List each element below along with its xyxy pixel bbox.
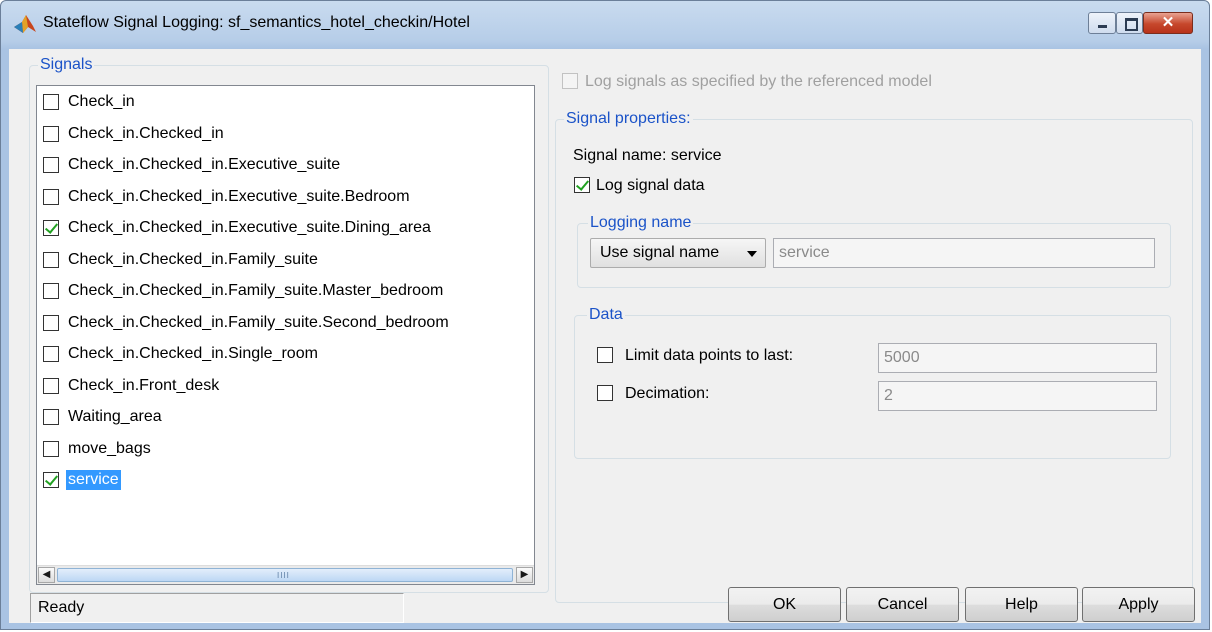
data-group: Data Limit data points to last: 5000 Dec…: [574, 306, 1171, 459]
reference-model-label: Log signals as specified by the referenc…: [585, 73, 932, 90]
signal-label: Check_in.Checked_in.Executive_suite.Bedr…: [68, 187, 410, 205]
apply-button[interactable]: Apply: [1082, 587, 1195, 622]
signals-list[interactable]: Check_in Check_in.Checked_in Check_in.Chec…: [36, 85, 535, 585]
signal-name-text: Signal name: service: [573, 147, 722, 164]
signal-checkbox[interactable]: [43, 283, 59, 299]
scrollbar-thumb[interactable]: IIII: [57, 568, 513, 582]
horizontal-scrollbar[interactable]: ◀ IIII ▶: [37, 565, 534, 584]
scroll-right-arrow-icon[interactable]: ▶: [516, 567, 533, 583]
signal-checkbox[interactable]: [43, 314, 59, 331]
scroll-grip-icon: IIII: [277, 571, 290, 580]
signal-label: Check_in.Checked_in: [68, 124, 224, 142]
signal-checkbox[interactable]: [43, 94, 59, 110]
signal-label: Check_in.Checked_in.Executive_suite.Dini…: [68, 219, 431, 236]
minimize-icon: [1098, 25, 1107, 28]
signal-label: Check_in.Checked_in.Executive_suite: [68, 156, 341, 173]
close-button[interactable]: ✕: [1143, 12, 1193, 34]
logging-name-legend: Logging name: [588, 214, 694, 232]
signal-checkbox[interactable]: [43, 157, 59, 173]
dialog-client-area: Signals Check_in Check_in.Checked_in Check…: [9, 49, 1201, 623]
signal-label: service: [66, 470, 121, 490]
dropdown-arrow-icon: [747, 251, 757, 257]
matlab-logo-icon: [14, 15, 36, 33]
maximize-button[interactable]: [1116, 12, 1143, 34]
signal-checkbox[interactable]: [43, 472, 59, 488]
signal-properties-legend: Signal properties:: [564, 110, 693, 128]
data-legend: Data: [587, 306, 625, 324]
help-button[interactable]: Help: [965, 587, 1078, 622]
maximize-icon: [1125, 18, 1138, 31]
signal-label: Waiting_area: [68, 408, 162, 425]
signals-group: Signals Check_in Check_in.Checked_in Check…: [29, 56, 549, 593]
signal-checkbox[interactable]: [43, 377, 59, 394]
close-icon: ✕: [1161, 14, 1175, 31]
minimize-button[interactable]: [1088, 12, 1116, 34]
status-bar: Ready: [30, 593, 404, 623]
limit-data-points-checkbox[interactable]: [597, 347, 613, 363]
signal-label: Check_in: [68, 93, 135, 110]
logging-name-mode-value: Use signal name: [600, 244, 720, 261]
signal-checkbox[interactable]: [43, 220, 59, 236]
signal-label: Check_in.Front_desk: [68, 376, 220, 394]
signal-checkbox[interactable]: [43, 346, 59, 362]
signal-checkbox[interactable]: [43, 409, 59, 425]
signal-checkbox[interactable]: [43, 188, 59, 205]
signal-label: Check_in.Checked_in.Single_room: [68, 345, 318, 362]
signal-label: Check_in.Checked_in.Family_suite.Second_…: [68, 313, 449, 331]
reference-model-checkbox: [562, 73, 578, 89]
signal-checkbox[interactable]: [43, 251, 59, 268]
signal-label: move_bags: [68, 439, 151, 457]
limit-data-points-input[interactable]: 5000: [878, 343, 1157, 373]
signals-legend: Signals: [38, 56, 95, 74]
limit-data-points-label: Limit data points to last:: [625, 347, 794, 364]
decimation-checkbox[interactable]: [597, 385, 613, 401]
cancel-button[interactable]: Cancel: [846, 587, 959, 622]
signal-label: Check_in.Checked_in.Family_suite.Master_…: [68, 282, 444, 299]
logging-name-group: Logging name Use signal name service: [577, 214, 1171, 288]
signal-label: Check_in.Checked_in.Family_suite: [68, 250, 318, 268]
log-signal-data-checkbox[interactable]: [574, 177, 590, 193]
ok-button[interactable]: OK: [728, 587, 841, 622]
scroll-left-arrow-icon[interactable]: ◀: [38, 567, 55, 583]
decimation-input[interactable]: 2: [878, 381, 1157, 411]
logging-name-mode-select[interactable]: Use signal name: [590, 238, 766, 268]
window-title: Stateflow Signal Logging: sf_semantics_h…: [43, 14, 470, 31]
decimation-label: Decimation:: [625, 385, 710, 402]
log-signal-data-label: Log signal data: [596, 177, 705, 194]
logging-name-input[interactable]: service: [773, 238, 1155, 268]
dialog-window: Stateflow Signal Logging: sf_semantics_h…: [0, 0, 1210, 630]
signal-checkbox[interactable]: [43, 440, 59, 457]
signal-checkbox[interactable]: [43, 125, 59, 142]
title-bar[interactable]: Stateflow Signal Logging: sf_semantics_h…: [1, 1, 1209, 47]
